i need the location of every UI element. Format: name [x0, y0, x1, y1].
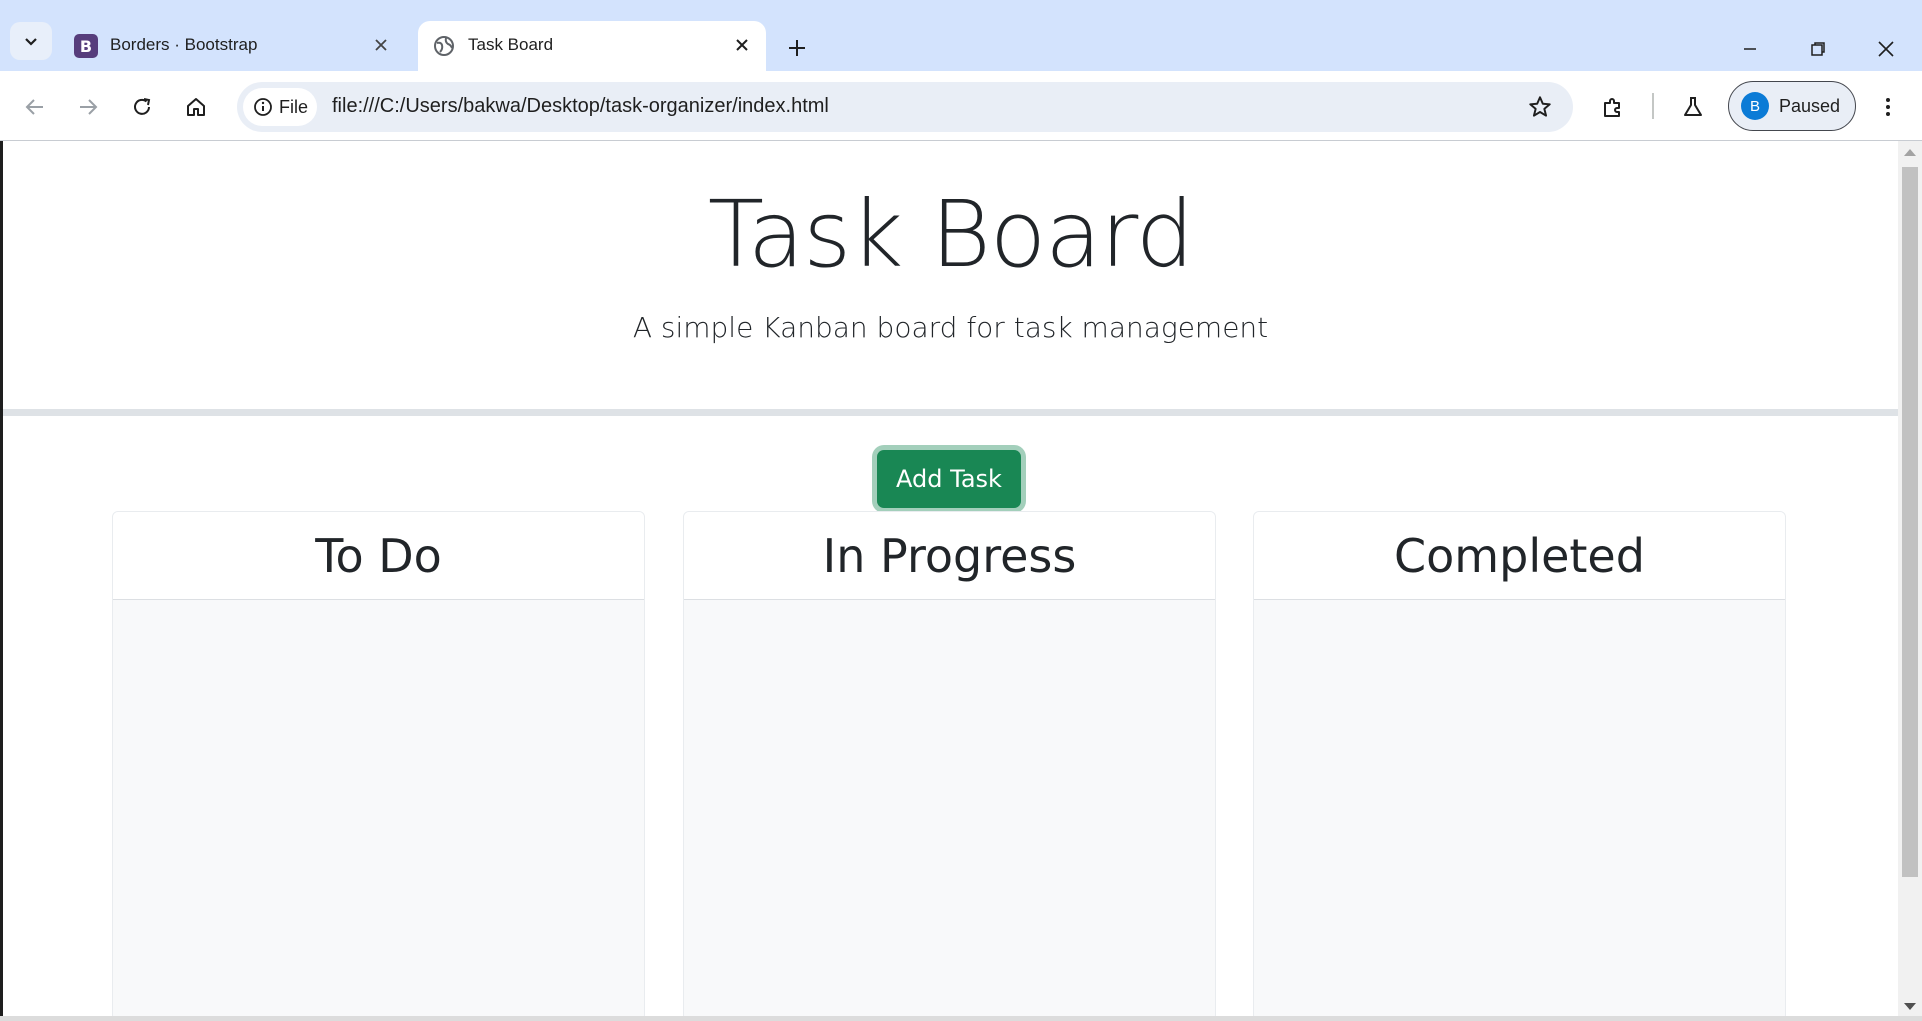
- forward-button[interactable]: [68, 87, 108, 127]
- profile-status: Paused: [1779, 95, 1841, 116]
- avatar: B: [1741, 92, 1769, 120]
- menu-button[interactable]: [1868, 87, 1908, 127]
- lane-completed[interactable]: Completed: [1253, 511, 1786, 1018]
- window-frame: [0, 0, 1922, 11]
- close-icon: [375, 39, 387, 51]
- site-info-chip[interactable]: File: [243, 88, 317, 126]
- info-icon: [254, 98, 272, 116]
- lane-title: To Do: [113, 512, 644, 600]
- scroll-thumb[interactable]: [1902, 167, 1918, 877]
- page-viewport: Task Board A simple Kanban board for tas…: [0, 141, 1898, 1018]
- globe-icon: [434, 36, 454, 56]
- page-title: Task Board: [707, 181, 1194, 288]
- tab-task-board[interactable]: Task Board: [418, 21, 766, 71]
- tab-search-button[interactable]: [10, 22, 52, 60]
- bootstrap-icon: B: [74, 34, 98, 58]
- toolbar-divider: [1652, 93, 1654, 119]
- lane-title: Completed: [1254, 512, 1785, 600]
- url-text[interactable]: file:///C:/Users/bakwa/Desktop/task-orga…: [332, 95, 829, 118]
- tab-strip: B Borders · Bootstrap Task Board: [0, 11, 1922, 71]
- minimize-button[interactable]: [1730, 31, 1770, 67]
- tab-title: Borders · Bootstrap: [110, 35, 258, 54]
- labs-button[interactable]: [1673, 87, 1713, 127]
- arrow-right-icon: [80, 99, 98, 115]
- reload-button[interactable]: [122, 87, 162, 127]
- address-bar[interactable]: File file:///C:/Users/bakwa/Desktop/task…: [237, 82, 1573, 132]
- puzzle-icon: [1604, 98, 1620, 117]
- close-tab-button[interactable]: [369, 33, 393, 57]
- arrow-left-icon: [25, 99, 43, 115]
- chevron-down-icon: [25, 38, 37, 46]
- home-icon: [187, 98, 205, 116]
- minimize-icon: [1744, 48, 1756, 50]
- star-icon: [1529, 96, 1551, 117]
- bookmark-button[interactable]: [1527, 94, 1553, 124]
- reload-icon: [134, 98, 151, 115]
- home-button[interactable]: [176, 87, 216, 127]
- new-tab-button[interactable]: [782, 33, 812, 63]
- close-icon: [736, 39, 748, 51]
- back-button[interactable]: [15, 87, 55, 127]
- flask-icon: [1684, 97, 1702, 116]
- page-subtitle: A simple Kanban board for task managemen…: [632, 311, 1269, 344]
- header-divider: [3, 409, 1898, 416]
- scroll-down-arrow-icon[interactable]: [1904, 1003, 1916, 1010]
- restore-button[interactable]: [1798, 31, 1838, 67]
- close-tab-button[interactable]: [730, 33, 754, 57]
- window-bottom-edge: [0, 1016, 1922, 1021]
- scheme-label: File: [279, 96, 309, 117]
- more-vert-icon: [1886, 98, 1890, 116]
- vertical-scrollbar[interactable]: [1898, 141, 1922, 1018]
- tab-title: Task Board: [468, 35, 554, 54]
- plus-icon: [789, 40, 805, 56]
- lane-in-progress[interactable]: In Progress: [683, 511, 1216, 1018]
- browser-toolbar: File file:///C:/Users/bakwa/Desktop/task…: [0, 71, 1922, 141]
- lane-todo[interactable]: To Do: [112, 511, 645, 1018]
- lane-title: In Progress: [684, 512, 1215, 600]
- close-window-button[interactable]: [1866, 31, 1906, 67]
- tab-borders-bootstrap[interactable]: B Borders · Bootstrap: [60, 21, 405, 71]
- scroll-up-arrow-icon[interactable]: [1904, 149, 1916, 156]
- page-header: Task Board A simple Kanban board for tas…: [3, 141, 1898, 411]
- close-icon: [1878, 41, 1894, 57]
- window-edge: [0, 141, 3, 1021]
- profile-button[interactable]: B Paused: [1728, 81, 1856, 131]
- restore-icon: [1811, 42, 1825, 56]
- extensions-button[interactable]: [1593, 87, 1633, 127]
- add-task-button[interactable]: Add Task: [877, 450, 1021, 508]
